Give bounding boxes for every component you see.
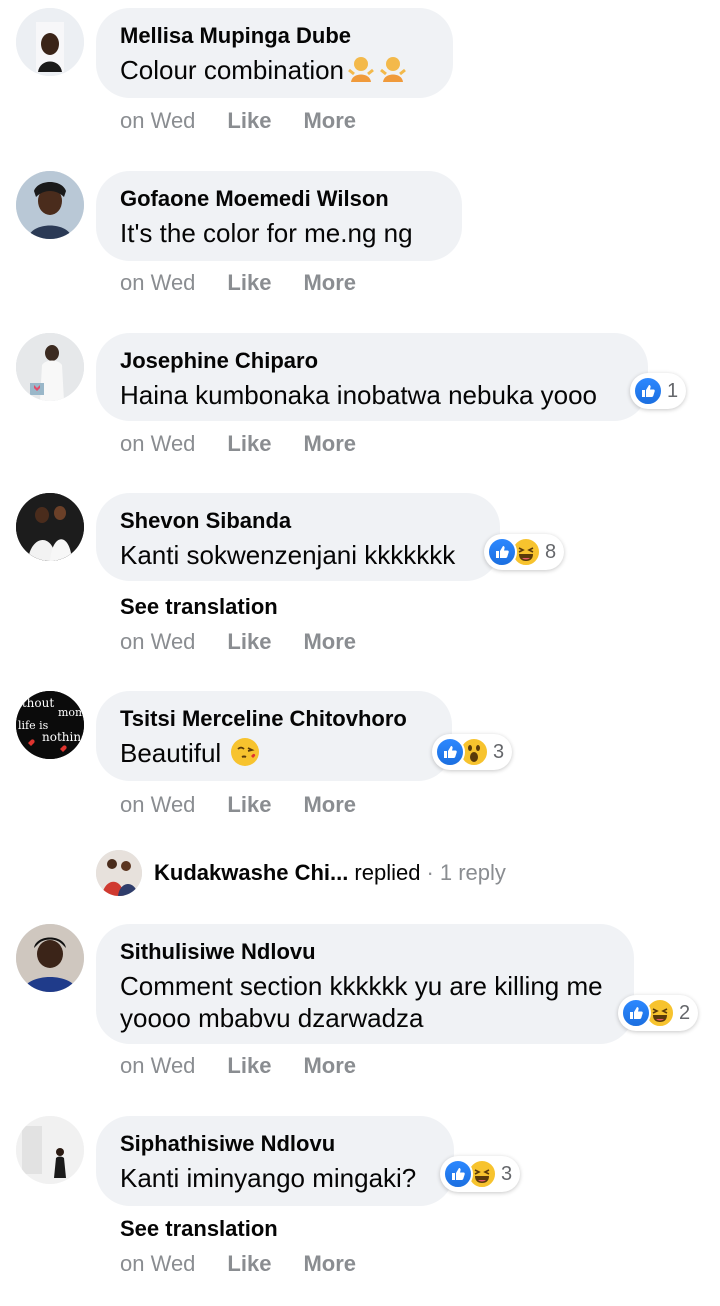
profile-photo-woman-icon bbox=[16, 924, 84, 992]
reply-count: · 1 reply bbox=[426, 860, 506, 885]
avatar-text: mom bbox=[58, 706, 84, 719]
comment-text-content: Colour combination bbox=[120, 55, 345, 85]
more-button[interactable]: More bbox=[303, 108, 356, 134]
comment-bubble: Sithulisiwe Ndlovu Comment section kkkkk… bbox=[96, 924, 634, 1044]
profile-photo-couple-icon bbox=[16, 493, 84, 561]
comment-actions: on Wed Like More bbox=[120, 270, 356, 296]
comment-time[interactable]: on Wed bbox=[120, 1251, 195, 1277]
comment-actions: on Wed Like More bbox=[120, 792, 356, 818]
comment-bubble: Gofaone Moemedi Wilson It's the color fo… bbox=[96, 171, 462, 261]
comment-text-content: Beautiful bbox=[120, 738, 222, 768]
like-reaction-icon bbox=[443, 1159, 473, 1189]
comment-time[interactable]: on Wed bbox=[120, 629, 195, 655]
comment-actions: on Wed Like More bbox=[120, 108, 356, 134]
like-button[interactable]: Like bbox=[227, 629, 271, 655]
reaction-count: 3 bbox=[501, 1162, 513, 1185]
reaction-summary[interactable]: 3 bbox=[432, 734, 513, 770]
comment-text: Kanti sokwenzenjani kkkkkkk bbox=[120, 540, 456, 570]
more-button[interactable]: More bbox=[303, 1251, 356, 1277]
more-button[interactable]: More bbox=[303, 629, 356, 655]
profile-photo-text-icon: ithout mom life is nothing bbox=[16, 691, 84, 759]
more-button[interactable]: More bbox=[303, 1053, 356, 1079]
comment-actions: on Wed Like More bbox=[120, 629, 356, 655]
person-shrugging-icon bbox=[378, 54, 408, 84]
reaction-summary[interactable]: 1 bbox=[630, 373, 687, 409]
comment-bubble: Siphathisiwe Ndlovu Kanti iminyango ming… bbox=[96, 1116, 454, 1206]
avatar[interactable] bbox=[16, 333, 84, 401]
see-translation-link[interactable]: See translation bbox=[120, 594, 278, 620]
reaction-count: 3 bbox=[493, 740, 505, 763]
like-reaction-icon bbox=[633, 376, 663, 406]
like-button[interactable]: Like bbox=[227, 1053, 271, 1079]
reaction-count: 1 bbox=[667, 379, 679, 402]
avatar-text: nothing bbox=[42, 730, 84, 744]
comment-author[interactable]: Sithulisiwe Ndlovu bbox=[120, 938, 610, 966]
like-button[interactable]: Like bbox=[227, 270, 271, 296]
comment-actions: on Wed Like More bbox=[120, 1251, 356, 1277]
reaction-summary[interactable]: 2 bbox=[618, 995, 699, 1031]
comment-text: Kanti iminyango mingaki? bbox=[120, 1163, 417, 1193]
comment-time[interactable]: on Wed bbox=[120, 108, 195, 134]
profile-photo-woman-icon bbox=[16, 171, 84, 239]
like-button[interactable]: Like bbox=[227, 431, 271, 457]
reply-author: Kudakwashe Chi... bbox=[154, 860, 349, 885]
avatar[interactable] bbox=[16, 171, 84, 239]
comment-text: Colour combination bbox=[120, 54, 429, 86]
like-button[interactable]: Like bbox=[227, 1251, 271, 1277]
comment-bubble: Shevon Sibanda Kanti sokwenzenjani kkkkk… bbox=[96, 493, 500, 581]
comment-author[interactable]: Josephine Chiparo bbox=[120, 347, 624, 375]
like-reaction-icon bbox=[487, 537, 517, 567]
avatar[interactable] bbox=[16, 493, 84, 561]
comment-time[interactable]: on Wed bbox=[120, 270, 195, 296]
comment-text: It's the color for me.ng ng bbox=[120, 218, 413, 248]
profile-photo-man-icon bbox=[16, 333, 84, 401]
comment-author[interactable]: Siphathisiwe Ndlovu bbox=[120, 1130, 430, 1158]
comment-author[interactable]: Gofaone Moemedi Wilson bbox=[120, 185, 438, 213]
reaction-count: 8 bbox=[545, 540, 557, 563]
profile-photo-man-icon bbox=[16, 1116, 84, 1184]
avatar[interactable]: ithout mom life is nothing bbox=[16, 691, 84, 759]
more-button[interactable]: More bbox=[303, 792, 356, 818]
avatar[interactable] bbox=[16, 924, 84, 992]
comment-text: Beautiful bbox=[120, 737, 428, 769]
reaction-count: 2 bbox=[679, 1001, 691, 1024]
like-reaction-icon bbox=[621, 998, 651, 1028]
comment-actions: on Wed Like More bbox=[120, 431, 356, 457]
avatar bbox=[96, 850, 142, 896]
more-button[interactable]: More bbox=[303, 270, 356, 296]
see-translation-link[interactable]: See translation bbox=[120, 1216, 278, 1242]
comment-time[interactable]: on Wed bbox=[120, 431, 195, 457]
avatar-text: ithout bbox=[18, 696, 54, 710]
comment-author[interactable]: Shevon Sibanda bbox=[120, 507, 476, 535]
face-blowing-kiss-icon bbox=[230, 737, 260, 767]
comment-time[interactable]: on Wed bbox=[120, 792, 195, 818]
like-reaction-icon bbox=[435, 737, 465, 767]
reaction-summary[interactable]: 8 bbox=[484, 534, 565, 570]
reply-summary[interactable]: Kudakwashe Chi... replied · 1 reply bbox=[96, 850, 506, 896]
comment-bubble: Tsitsi Merceline Chitovhoro Beautiful bbox=[96, 691, 452, 781]
comment-author[interactable]: Mellisa Mupinga Dube bbox=[120, 22, 429, 50]
like-button[interactable]: Like bbox=[227, 792, 271, 818]
comment-time[interactable]: on Wed bbox=[120, 1053, 195, 1079]
comment-bubble: Josephine Chiparo Haina kumbonaka inobat… bbox=[96, 333, 648, 421]
reply-verb: replied bbox=[354, 860, 421, 885]
comment-author[interactable]: Tsitsi Merceline Chitovhoro bbox=[120, 705, 428, 733]
comment-bubble: Mellisa Mupinga Dube Colour combination bbox=[96, 8, 453, 98]
avatar[interactable] bbox=[16, 1116, 84, 1184]
comment-actions: on Wed Like More bbox=[120, 1053, 356, 1079]
avatar[interactable] bbox=[16, 8, 84, 76]
like-button[interactable]: Like bbox=[227, 108, 271, 134]
more-button[interactable]: More bbox=[303, 431, 356, 457]
comment-text: Haina kumbonaka inobatwa nebuka yooo bbox=[120, 380, 598, 410]
profile-photo-woman-icon bbox=[16, 8, 84, 76]
profile-photo-family-icon bbox=[96, 850, 142, 896]
reaction-summary[interactable]: 3 bbox=[440, 1156, 521, 1192]
person-shrugging-icon bbox=[346, 54, 376, 84]
comment-text: Comment section kkkkkk yu are killing me… bbox=[120, 971, 603, 1033]
